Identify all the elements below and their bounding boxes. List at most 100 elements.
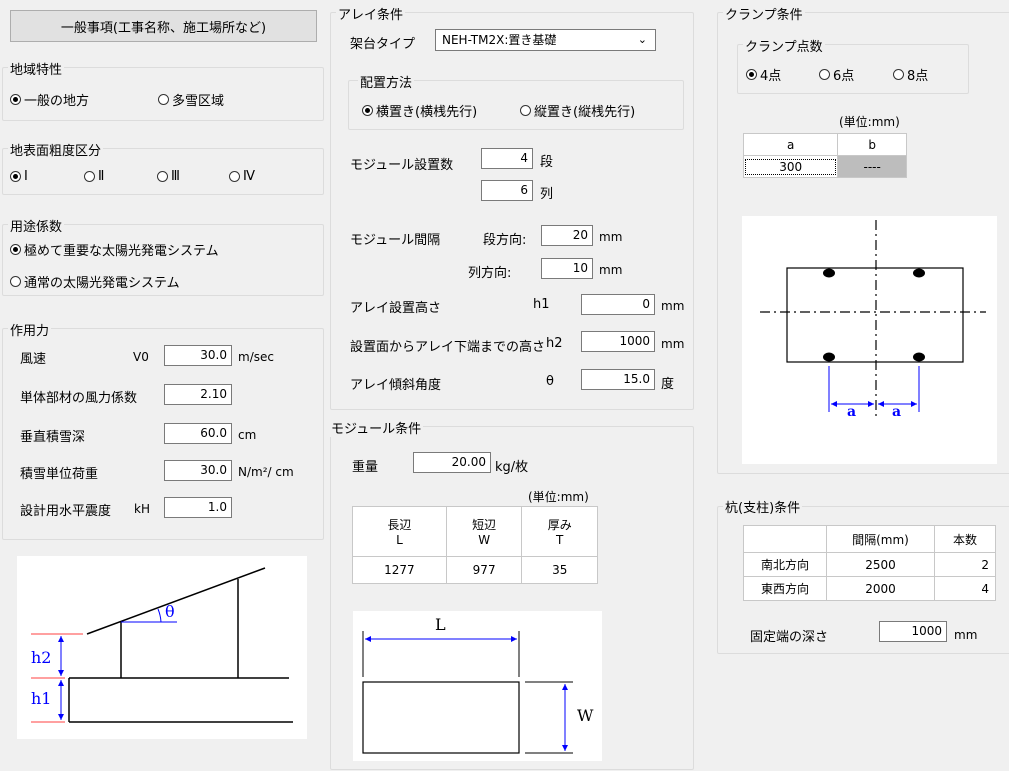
diagram-h2-label: h2 (31, 648, 52, 667)
tilt-angle-symbol: θ (546, 374, 554, 389)
diagram-length-label: L (435, 615, 446, 634)
snow-depth-unit: cm (238, 428, 257, 442)
wind-unit: m/sec (238, 350, 274, 364)
fixed-depth-input[interactable]: 1000 (879, 621, 947, 642)
layout-option-horizontal[interactable]: 横置き(横桟先行) (362, 101, 477, 120)
general-info-button[interactable]: 一般事項(工事名称、施工場所など) (10, 10, 317, 42)
tilt-angle-input[interactable]: 15.0 (581, 369, 655, 390)
snow-load-label: 積雪単位荷重 (20, 467, 99, 482)
usage-option-normal[interactable]: 通常の太陽光発電システム (10, 272, 180, 291)
region-title: 地域特性 (8, 59, 65, 78)
seismic-input[interactable]: 1.0 (164, 497, 232, 518)
frame-type-select[interactable]: NEH-TM2X:置き基礎 ⌄ (435, 29, 656, 51)
array-height-input[interactable]: 0 (581, 294, 655, 315)
lower-height-input[interactable]: 1000 (581, 331, 655, 352)
row-label-ns: 南北方向 (743, 552, 827, 577)
array-height-symbol: h1 (533, 297, 550, 312)
spacing-col-input[interactable]: 10 (541, 258, 593, 279)
value-b: ---- (837, 155, 907, 178)
spacing-row-input[interactable]: 20 (541, 225, 593, 246)
clamp-title: クランプ条件 (723, 4, 805, 23)
module-count-label: モジュール設置数 (350, 158, 454, 173)
fixed-depth-unit: mm (954, 628, 978, 642)
tilt-angle-unit: 度 (661, 377, 675, 392)
radio-icon (10, 276, 21, 287)
header-b: b (837, 133, 907, 156)
wind-input[interactable]: 30.0 (164, 345, 232, 366)
diagram-width-label: W (577, 706, 594, 725)
radio-icon (520, 105, 531, 116)
module-cols-input[interactable]: 6 (481, 180, 533, 201)
snow-load-input[interactable]: 30.0 (164, 460, 232, 481)
frame-type-label: 架台タイプ (350, 37, 416, 52)
header-a: a (742, 133, 839, 156)
module-weight-input[interactable]: 20.00 (413, 452, 491, 473)
snow-depth-input[interactable]: 60.0 (164, 423, 232, 444)
clamp-option-6[interactable]: 6点 (819, 65, 854, 84)
layout-option-vertical[interactable]: 縦置き(縦桟先行) (520, 101, 635, 120)
snow-load-unit: N/m²/ cm (238, 465, 294, 479)
table-header-row: 間隔(mm) 本数 (743, 525, 996, 553)
radio-selected-icon (362, 105, 373, 116)
spacing-row-unit: mm (599, 230, 623, 244)
radio-icon (893, 69, 904, 80)
fixed-depth-label: 固定端の深さ (750, 630, 829, 645)
module-weight-label: 重量 (352, 460, 379, 475)
header-spacing: 間隔(mm) (826, 525, 935, 553)
array-side-diagram: θ h2 h1 (17, 556, 307, 739)
array-title: アレイ条件 (336, 4, 406, 23)
module-size-table: 長辺 L 短辺 W 厚み T 1277 977 35 (352, 506, 598, 584)
module-rows-input[interactable]: 4 (481, 148, 533, 169)
snow-depth-label: 垂直積雪深 (20, 430, 86, 445)
diagram-theta-label: θ (165, 602, 175, 621)
clamp-option-4[interactable]: 4点 (746, 65, 781, 84)
radio-icon (229, 171, 240, 182)
module-rows-unit: 段 (540, 155, 554, 170)
spacing-col-unit: mm (599, 263, 623, 277)
ew-spacing: 2000 (826, 576, 935, 601)
region-option-general[interactable]: 一般の地方 (10, 90, 89, 109)
lower-height-symbol: h2 (546, 336, 563, 351)
clamp-unit-note: (単位:mm) (839, 115, 900, 129)
roughness-option-1[interactable]: Ⅰ (10, 169, 28, 184)
roughness-option-3[interactable]: Ⅲ (157, 169, 180, 184)
wind-label: 風速 (20, 352, 47, 367)
roughness-title: 地表面粗度区分 (8, 140, 104, 159)
diagram-h1-label: h1 (31, 689, 52, 708)
module-spacing-label: モジュール間隔 (350, 233, 441, 248)
clamp-position-diagram: a a (742, 216, 997, 464)
value-thickness: 35 (521, 556, 598, 584)
module-title: モジュール条件 (329, 418, 424, 437)
radio-selected-icon (10, 244, 21, 255)
roughness-option-4[interactable]: Ⅳ (229, 169, 255, 184)
header-width: 短辺 W (445, 506, 523, 557)
table-header-row: 長辺 L 短辺 W 厚み T (352, 506, 598, 557)
wind-symbol: V0 (133, 350, 149, 364)
clamp-option-8[interactable]: 8点 (893, 65, 928, 84)
usage-title: 用途係数 (8, 216, 65, 235)
roughness-option-2[interactable]: Ⅱ (84, 169, 104, 184)
array-height-label: アレイ設置高さ (350, 301, 442, 316)
radio-icon (819, 69, 830, 80)
spacing-row-label: 段方向: (483, 233, 527, 248)
diagram-a-label-1: a (847, 404, 857, 420)
radio-selected-icon (10, 171, 21, 182)
seismic-label: 設計用水平震度 (20, 504, 112, 519)
header-length: 長辺 L (352, 506, 447, 557)
pile-title: 杭(支柱)条件 (723, 497, 803, 516)
pile-table: 間隔(mm) 本数 南北方向 2500 2 東西方向 2000 4 (743, 525, 996, 601)
header-count: 本数 (934, 525, 996, 553)
region-option-snow[interactable]: 多雪区域 (158, 90, 224, 109)
header-thickness: 厚み T (521, 506, 598, 557)
radio-selected-icon (10, 94, 21, 105)
usage-option-critical[interactable]: 極めて重要な太陽光発電システム (10, 240, 219, 259)
table-row: 1277 977 35 (352, 556, 598, 584)
wind-coef-input[interactable]: 2.10 (164, 384, 232, 405)
lower-height-label: 設置面からアレイ下端までの高さ (350, 340, 546, 355)
module-cols-unit: 列 (540, 187, 554, 202)
diagram-a-label-2: a (892, 404, 902, 420)
value-a[interactable]: 300 (742, 155, 839, 178)
module-dimension-diagram: L W (353, 611, 602, 761)
spacing-col-label: 列方向: (468, 266, 512, 281)
module-unit-note: (単位:mm) (528, 490, 589, 504)
